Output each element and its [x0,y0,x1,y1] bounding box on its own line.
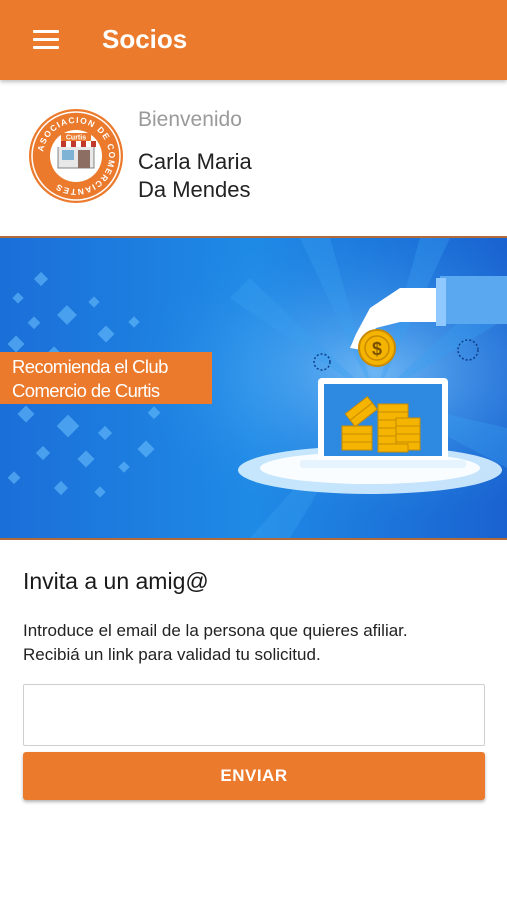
email-input[interactable] [23,684,485,746]
app-bar: Socios [0,0,507,80]
user-name: Carla Maria Da Mendes [138,148,252,204]
coin-dollar-icon: $ [372,339,382,359]
referral-banner: $ Recomienda el Club Comercio de Curtis [0,236,507,540]
banner-caption-line1: Recomienda el Club [12,356,168,377]
banner-caption-line2: Comercio de Curtis [12,380,160,401]
invite-description-line2: Recibiá un link para validad tu solicitu… [23,645,321,664]
welcome-label: Bienvenido [138,108,242,131]
user-name-line2: Da Mendes [138,177,251,202]
invite-title: Invita a un amig@ [23,568,209,594]
hamburger-menu-icon[interactable] [33,30,59,50]
send-button[interactable]: ENVIAR [23,752,485,800]
logo-center-text: Curtis [66,135,86,142]
page-title: Socios [102,24,188,54]
banner-caption: Recomienda el Club Comercio de Curtis [0,352,212,404]
association-logo: ASOCIACION DE COMERCIANTES Curtis [29,109,123,203]
invite-description: Introduce el email de la persona que qui… [23,619,493,667]
invite-description-line1: Introduce el email de la persona que qui… [23,621,408,640]
user-name-line1: Carla Maria [138,149,252,174]
